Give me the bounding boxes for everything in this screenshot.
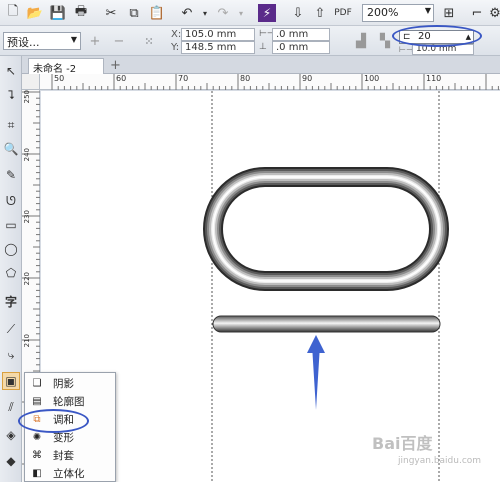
object-origin-icon[interactable]: ⁙	[140, 32, 158, 50]
offset-y-field[interactable]: .0 mm	[272, 41, 330, 54]
x-label: X:	[171, 29, 182, 40]
blended-bar[interactable]	[212, 315, 441, 333]
x-position-field[interactable]: 105.0 mm	[181, 28, 255, 41]
connector-tool-icon[interactable]: ⤷	[2, 346, 20, 364]
crop-tool-icon[interactable]: ⌗	[2, 116, 20, 134]
offset-y-icon: ⊥	[259, 42, 267, 52]
freehand-tool-icon[interactable]: ✎	[2, 166, 20, 184]
baidu-watermark: Bai百度	[372, 434, 433, 453]
new-document-icon[interactable]: 🗋	[4, 4, 22, 22]
ruler-h-label: 110	[426, 74, 442, 83]
y-position-field[interactable]: 148.5 mm	[181, 41, 255, 54]
y-label: Y:	[171, 42, 180, 53]
polygon-tool-icon[interactable]: ⬠	[2, 264, 20, 282]
standard-toolbar: 🗋 📂 💾 🖶 ✂ ⧉ 📋 ↶ ▾ ↷ ▾ ⚡ ⇩ ⇧ PDF 200% ▼ ⊞…	[0, 0, 500, 26]
corel-connect-icon[interactable]: ⚡	[258, 4, 276, 22]
cut-icon[interactable]: ✂	[102, 4, 120, 22]
save-icon[interactable]: 💾	[49, 4, 67, 22]
zoom-tool-icon[interactable]: 🔍	[2, 140, 20, 158]
preset-select[interactable]: 预设... ▼	[3, 32, 81, 50]
import-icon[interactable]: ⇩	[289, 4, 307, 22]
flyout-item-extrude[interactable]: ◧ 立体化	[26, 464, 115, 482]
export-icon[interactable]: ⇧	[311, 4, 329, 22]
blend-direction-icon[interactable]: ▟	[352, 32, 370, 50]
options-icon[interactable]: ⚙	[486, 4, 500, 22]
offset-y-value: .0 mm	[276, 42, 309, 53]
ruler-v-label: 210	[23, 334, 31, 348]
baidu-watermark-url: jingyan.baidu.com	[398, 456, 482, 466]
drop-shadow-icon: ❑	[32, 377, 42, 389]
document-tab-bar: 未命名 -2 +	[22, 56, 500, 75]
pick-tool-icon[interactable]: ↖	[2, 62, 20, 80]
paste-icon[interactable]: 📋	[148, 4, 166, 22]
chevron-down-icon: ▼	[70, 35, 77, 44]
ruler-v-label: 240	[23, 148, 31, 162]
delete-preset-icon[interactable]: −	[110, 32, 128, 50]
undo-icon[interactable]: ↶	[178, 4, 196, 22]
y-position-value: 148.5 mm	[185, 42, 237, 53]
add-preset-icon[interactable]: +	[86, 32, 104, 50]
redo-icon[interactable]: ↷	[214, 4, 232, 22]
full-screen-icon[interactable]: ⊞	[440, 4, 458, 22]
flyout-item-label: 封套	[53, 449, 74, 462]
ellipse-tool-icon[interactable]: ◯	[2, 240, 20, 258]
blend-highlight-ellipse	[18, 409, 89, 433]
print-icon[interactable]: 🖶	[72, 4, 90, 22]
preset-value: 预设...	[7, 36, 40, 49]
ruler-v-label: 220	[23, 272, 31, 286]
ruler-v-label: 250	[23, 90, 31, 104]
dimension-tool-icon[interactable]: ⟋	[2, 320, 20, 338]
flyout-item-envelope[interactable]: ⌘ 封套	[26, 446, 115, 464]
flyout-item-label: 阴影	[53, 377, 74, 390]
outline-tool-icon[interactable]: ◆	[2, 452, 20, 470]
envelope-icon: ⌘	[32, 449, 42, 461]
blended-capsule-ring[interactable]	[203, 167, 449, 291]
ruler-v-label: 230	[23, 210, 31, 224]
undo-dropdown-icon[interactable]: ▾	[196, 4, 214, 22]
blend-spacing-icon: ⊢⊣	[399, 45, 413, 54]
add-document-icon[interactable]: +	[110, 58, 121, 73]
ruler-h-label: 90	[302, 74, 313, 83]
steps-highlight-ellipse	[392, 25, 482, 47]
contour-icon: ▤	[32, 395, 42, 407]
artistic-media-icon[interactable]: ᘎ	[2, 192, 20, 210]
shape-tool-icon[interactable]: ⮧	[2, 86, 20, 104]
offset-x-field[interactable]: .0 mm	[272, 28, 330, 41]
zoom-level-value: 200%	[367, 6, 399, 19]
ruler-origin[interactable]	[22, 74, 40, 90]
ruler-h-label: 60	[116, 74, 127, 83]
flyout-item-contour[interactable]: ▤ 轮廓图	[26, 392, 115, 410]
open-icon[interactable]: 📂	[26, 4, 44, 22]
redo-dropdown-icon[interactable]: ▾	[232, 4, 250, 22]
extrude-icon: ◧	[32, 467, 42, 479]
fill-tool-icon[interactable]: ◈	[2, 426, 20, 444]
text-tool-icon[interactable]: 字	[2, 292, 20, 310]
coreldraw-window: { "toolbar": { "zoom_value": "200%" }, "…	[0, 0, 500, 482]
x-position-value: 105.0 mm	[185, 29, 237, 40]
flyout-item-drop-shadow[interactable]: ❑ 阴影	[26, 374, 115, 392]
publish-pdf-icon[interactable]: PDF	[334, 4, 352, 22]
ruler-h-label: 50	[54, 74, 65, 83]
copy-icon[interactable]: ⧉	[125, 4, 143, 22]
rectangle-tool-icon[interactable]: ▭	[2, 216, 20, 234]
ruler-h-label: 70	[178, 74, 189, 83]
flyout-item-label: 立体化	[53, 467, 85, 480]
chevron-down-icon: ▼	[424, 6, 431, 15]
eyedropper-tool-icon[interactable]: ⫽	[2, 398, 20, 416]
flyout-item-label: 轮廓图	[53, 395, 85, 408]
zoom-level-select[interactable]: 200% ▼	[362, 4, 434, 22]
ruler-h-label: 80	[240, 74, 251, 83]
ruler-h-label: 100	[364, 74, 380, 83]
annotation-arrow	[307, 335, 325, 410]
document-tab[interactable]: 未命名 -2	[28, 58, 104, 75]
horizontal-ruler[interactable]: 50 60 70 80 90 100 110	[40, 74, 500, 90]
interactive-effects-icon[interactable]: ▣	[2, 372, 20, 390]
snap-to-icon[interactable]: ⌐	[468, 4, 486, 22]
offset-x-value: .0 mm	[276, 29, 309, 40]
